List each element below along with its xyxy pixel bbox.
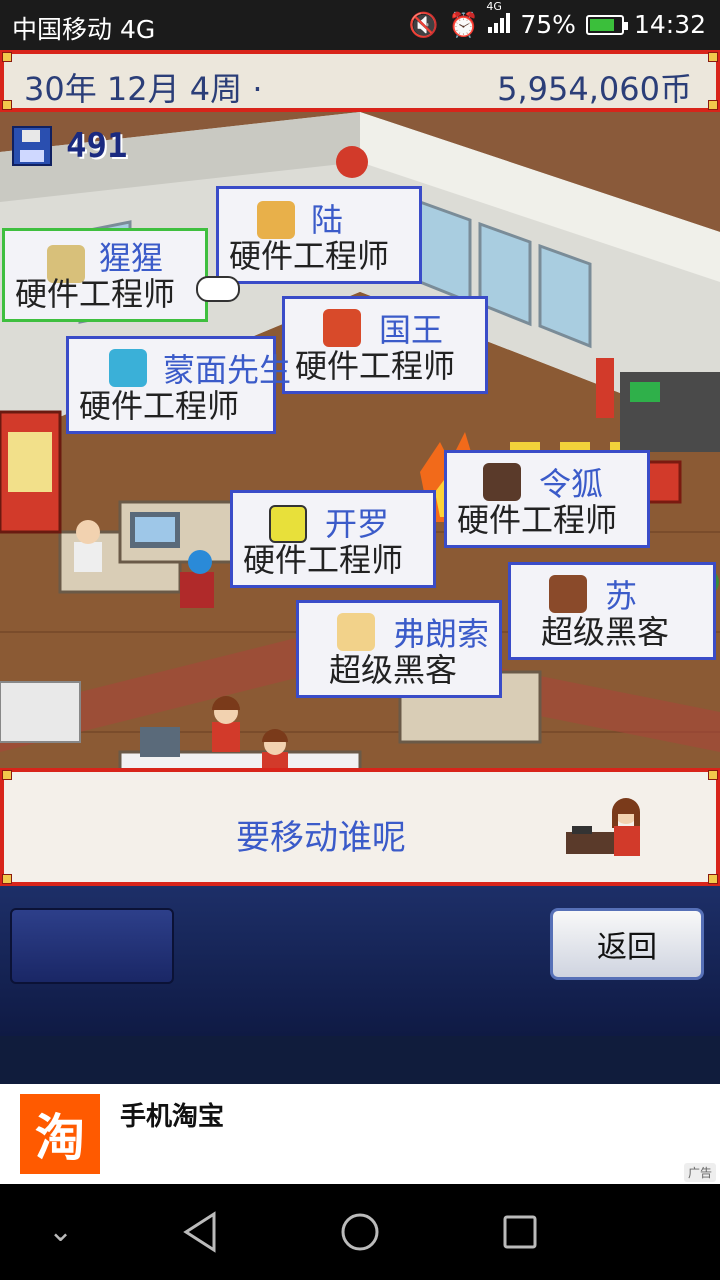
staff-card[interactable]: 开罗 硬件工程师 [230, 490, 436, 588]
empty-button-slot [10, 908, 174, 984]
frame-corner [2, 100, 12, 110]
staff-role: 超级黑客 [329, 651, 458, 689]
staff-card[interactable]: 陆 硬件工程师 [216, 186, 422, 284]
frame-corner [2, 874, 12, 884]
pointer-hand-icon [196, 276, 240, 302]
status-header: 30年 12月 4周 · 5,954,060币 [0, 50, 720, 112]
disk-counter: 491 [12, 126, 127, 166]
network-badge: 4G [486, 0, 502, 13]
floppy-disk-icon [12, 126, 52, 166]
carrier-label: 中国移动 4G [12, 15, 156, 44]
recents-square-icon[interactable] [502, 1214, 538, 1250]
staff-card[interactable]: 国王 硬件工程师 [282, 296, 488, 394]
prompt-panel: 要移动谁呢 [0, 768, 720, 886]
ad-banner[interactable]: 淘 手机淘宝 广告 [0, 1084, 720, 1184]
frame-corner [2, 52, 12, 62]
chevron-down-icon[interactable]: ⌄ [48, 1214, 73, 1249]
staff-role: 硬件工程师 [295, 347, 456, 385]
ad-tag: 广告 [683, 1163, 716, 1182]
frame-corner [708, 770, 718, 780]
back-triangle-icon[interactable] [180, 1210, 220, 1254]
staff-role: 超级黑客 [541, 613, 670, 651]
staff-role: 硬件工程师 [79, 387, 240, 425]
prompt-text: 要移动谁呢 [236, 818, 406, 858]
frame-corner [2, 770, 12, 780]
staff-card[interactable]: 苏 超级黑客 [508, 562, 716, 660]
game-screen: 30年 12月 4周 · 5,954,060币 491 猩猩 硬件工程师 陆 硬… [0, 50, 720, 1086]
navigation-bar: ⌄ [0, 1184, 720, 1280]
staff-card[interactable]: 猩猩 硬件工程师 [2, 228, 208, 322]
staff-card[interactable]: 令狐 硬件工程师 [444, 450, 650, 548]
staff-role: 硬件工程师 [229, 237, 390, 275]
staff-role: 硬件工程师 [457, 501, 618, 539]
staff-card[interactable]: 蒙面先生 硬件工程师 [66, 336, 291, 434]
secretary-icon [566, 798, 640, 856]
battery-percent: 75% [520, 10, 576, 39]
disk-count: 491 [66, 126, 128, 166]
staff-card[interactable]: 弗朗索 超级黑客 [296, 600, 502, 698]
home-circle-icon[interactable] [340, 1212, 380, 1252]
mute-icon: 🔇 [408, 10, 439, 39]
frame-corner [708, 874, 718, 884]
staff-role: 硬件工程师 [15, 275, 176, 313]
clock: 14:32 [633, 10, 706, 39]
status-bar: 中国移动 4G 🔇 ⏰ 4G 75% 14:32 [0, 0, 720, 50]
frame-corner [708, 52, 718, 62]
game-date: 30年 12月 4周 · [24, 70, 263, 108]
taobao-logo-icon: 淘 [20, 1094, 100, 1174]
back-button[interactable]: 返回 [550, 908, 704, 980]
frame-corner [708, 100, 718, 110]
money-display: 5,954,060币 [497, 70, 692, 108]
button-bar: 返回 [0, 886, 720, 1036]
ad-title: 手机淘宝 [120, 1102, 225, 1132]
alarm-icon: ⏰ [448, 10, 479, 39]
signal-icon: 4G [486, 0, 511, 39]
staff-role: 硬件工程师 [243, 541, 404, 579]
battery-icon [585, 14, 628, 35]
